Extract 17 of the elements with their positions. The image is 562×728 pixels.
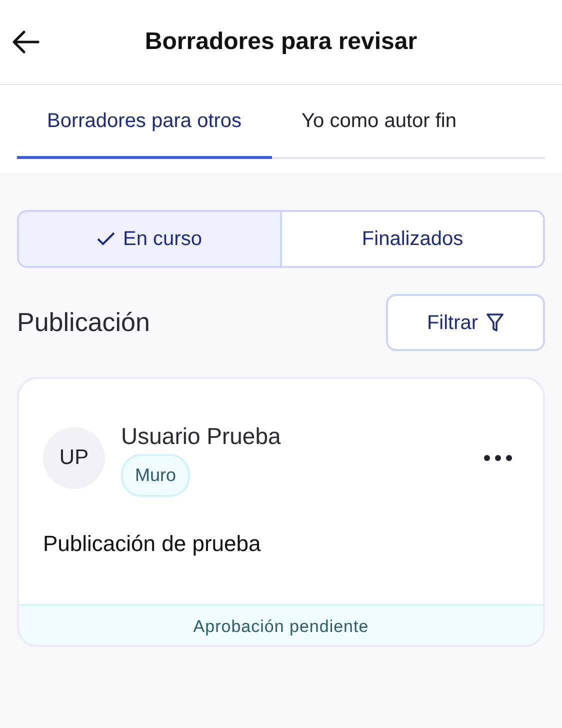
post-text: Publicación de prueba [42,530,262,558]
back-arrow-icon [12,30,40,54]
tab[interactable]: Yo como autor fin [272,85,456,159]
back-button[interactable] [12,30,40,54]
post-tag: Muro [121,454,190,496]
avatar: UP [43,426,105,489]
check-icon [97,232,116,246]
tab[interactable]: Borradores para otros [17,85,272,159]
page-title: Borradores para revisar [144,27,418,57]
author-name: Usuario Prueba [121,422,281,451]
status-label: Aprobación pendiente [19,604,543,645]
segment-button[interactable]: En curso [19,212,280,266]
more-icon [483,454,513,462]
filter-button[interactable]: Filtrar [386,294,545,351]
filter-icon [486,312,504,332]
section-title: Publicación [17,306,150,339]
segment-button[interactable]: Finalizados [280,212,543,266]
